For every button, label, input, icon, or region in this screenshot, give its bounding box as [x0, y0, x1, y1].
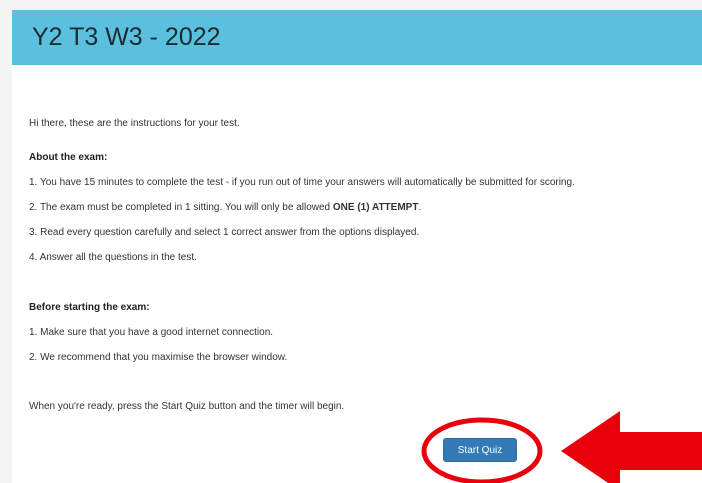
quiz-header: Y2 T3 W3 - 2022 — [12, 10, 702, 65]
about-item-4: 4. Answer all the questions in the test. — [29, 252, 197, 263]
about-item-2-text: 2. The exam must be completed in 1 sitti… — [29, 202, 333, 213]
before-item-2: 2. We recommend that you maximise the br… — [29, 352, 288, 363]
about-item-2-end: . — [418, 202, 422, 213]
before-item-1: 1. Make sure that you have a good intern… — [29, 327, 274, 338]
about-item-1: 1. You have 15 minutes to complete the t… — [29, 177, 575, 188]
intro-text: Hi there, these are the instructions for… — [29, 118, 240, 129]
quiz-title: Y2 T3 W3 - 2022 — [32, 23, 221, 51]
before-heading: Before starting the exam: — [29, 302, 150, 313]
about-item-3: 3. Read every question carefully and sel… — [29, 227, 420, 238]
about-item-2: 2. The exam must be completed in 1 sitti… — [29, 202, 421, 214]
ready-text: When you're ready, press the Start Quiz … — [29, 401, 345, 412]
attempt-emphasis: ONE (1) ATTEMPT — [332, 202, 419, 213]
start-quiz-button[interactable]: Start Quiz — [443, 438, 517, 462]
about-heading: About the exam: — [29, 152, 108, 163]
page: Y2 T3 W3 - 2022 Hi there, these are the … — [0, 0, 702, 483]
